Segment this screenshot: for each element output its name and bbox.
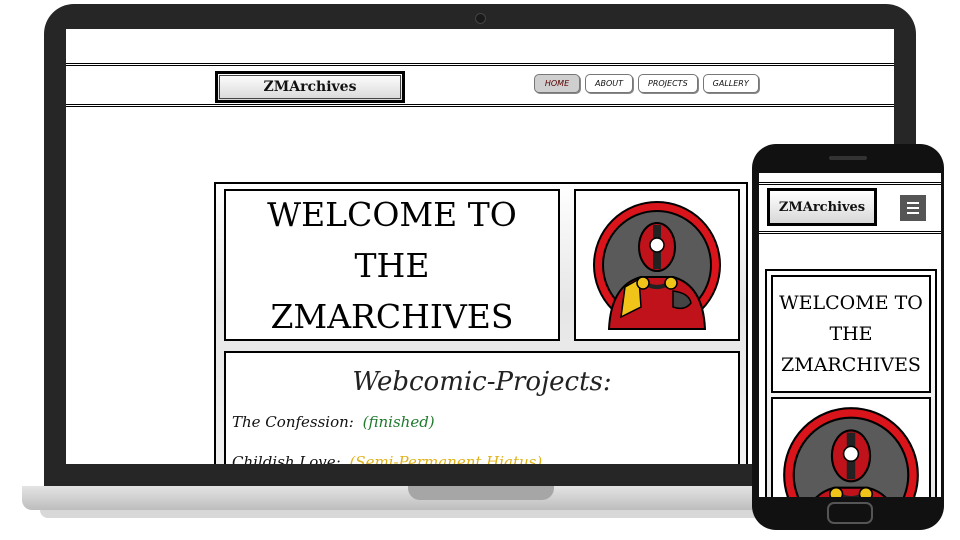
- mobile-navbar: ZMArchives: [759, 182, 941, 234]
- mobile-logo[interactable]: ZMArchives: [767, 188, 877, 226]
- project-status: (Semi-Permanent Hiatus): [349, 453, 543, 464]
- nav-links: HOME ABOUT PROJECTS GALLERY: [534, 74, 759, 93]
- project-row[interactable]: The Confession: (finished): [232, 413, 435, 431]
- site-logo[interactable]: ZMArchives: [215, 71, 405, 103]
- project-title: Childish Love:: [232, 453, 341, 464]
- mobile-content-panel: WELCOME TO THE ZMARCHIVES: [765, 269, 937, 497]
- welcome-heading: WELCOME TO THE ZMARCHIVES: [226, 189, 558, 342]
- red-hero-icon: [783, 407, 919, 497]
- projects-heading: Webcomic-Projects:: [352, 367, 612, 397]
- project-row[interactable]: Childish Love: (Semi-Permanent Hiatus): [232, 453, 542, 464]
- project-status: (finished): [362, 413, 435, 431]
- nav-gallery-button[interactable]: GALLERY: [702, 74, 759, 93]
- site-logo-text: ZMArchives: [263, 79, 357, 95]
- phone-speaker: [829, 156, 867, 160]
- mobile-logo-text: ZMArchives: [778, 199, 866, 215]
- nav-projects-button[interactable]: PROJECTS: [638, 74, 698, 93]
- mobile-hero-panel: [771, 397, 931, 497]
- projects-panel: Webcomic-Projects: The Confession: (fini…: [224, 351, 740, 464]
- laptop-camera: [475, 13, 486, 24]
- site-navbar: ZMArchives HOME ABOUT PROJECTS GALLERY: [66, 63, 894, 107]
- mobile-welcome-panel: WELCOME TO THE ZMARCHIVES: [771, 275, 931, 393]
- hero-image-panel: [574, 189, 740, 341]
- laptop-notch: [408, 486, 554, 500]
- phone-home-button[interactable]: [827, 502, 873, 524]
- mobile-welcome-heading: WELCOME TO THE ZMARCHIVES: [779, 288, 923, 381]
- nav-home-button[interactable]: HOME: [534, 74, 580, 93]
- welcome-line-1: WELCOME TO THE: [267, 194, 517, 285]
- content-panel: WELCOME TO THE ZMARCHIVES Webcomic-Proje…: [214, 182, 748, 464]
- hamburger-menu-icon[interactable]: [900, 195, 926, 221]
- welcome-panel: WELCOME TO THE ZMARCHIVES: [224, 189, 560, 341]
- phone-screen: ZMArchives WELCOME TO THE ZMARCHIVES: [759, 173, 941, 497]
- mobile-welcome-line-1: WELCOME TO: [779, 291, 923, 314]
- nav-about-button[interactable]: ABOUT: [585, 74, 633, 93]
- red-hero-icon: [593, 201, 721, 330]
- project-title: The Confession:: [232, 413, 354, 431]
- welcome-line-2: ZMARCHIVES: [270, 296, 514, 336]
- mobile-welcome-line-3: ZMARCHIVES: [781, 353, 921, 376]
- mobile-welcome-line-2: THE: [829, 322, 873, 345]
